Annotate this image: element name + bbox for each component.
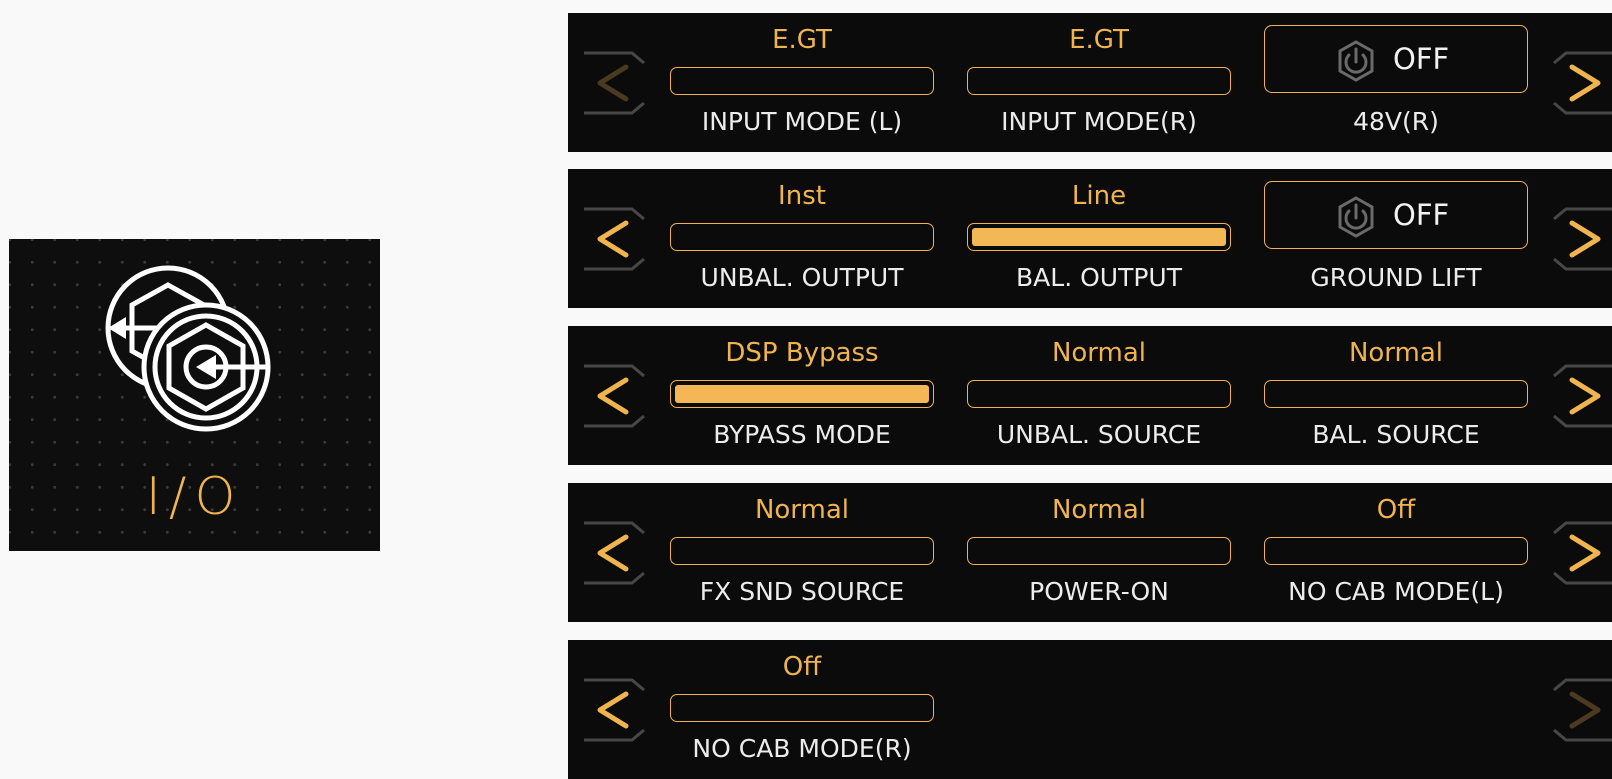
setting-label: NO CAB MODE(L) [1288, 577, 1504, 606]
setting-input-mode-l[interactable]: E.GT INPUT MODE (L) [670, 13, 934, 152]
setting-value: Normal [1348, 338, 1444, 368]
power-state-value: OFF [1393, 198, 1450, 232]
setting-label: BAL. OUTPUT [1016, 263, 1182, 292]
setting-48v-r[interactable]: OFF 48V(R) [1264, 13, 1528, 152]
setting-label: GROUND LIFT [1310, 263, 1482, 292]
setting-ground-lift[interactable]: OFF GROUND LIFT [1264, 169, 1528, 308]
io-menu-tile[interactable]: I/O [9, 239, 380, 551]
setting-no-cab-mode-l[interactable]: Off NO CAB MODE(L) [1264, 483, 1528, 622]
io-title: I/O [145, 467, 244, 527]
setting-label: INPUT MODE (L) [701, 107, 903, 136]
io-jack-icon [105, 265, 271, 432]
setting-value: Off [1376, 495, 1416, 525]
setting-label: FX SND SOURCE [699, 577, 905, 606]
next-arrow-icon[interactable] [1552, 47, 1612, 119]
setting-power-on[interactable]: Normal POWER-ON [967, 483, 1231, 622]
value-bar[interactable] [670, 223, 934, 251]
settings-row: Off NO CAB MODE(R) [568, 640, 1612, 779]
setting-value: E.GT [772, 25, 832, 55]
next-arrow-icon[interactable] [1552, 360, 1612, 432]
value-bar[interactable] [967, 223, 1231, 251]
next-arrow-icon[interactable] [1552, 203, 1612, 275]
value-bar[interactable] [1264, 537, 1528, 565]
setting-bal-source[interactable]: Normal BAL. SOURCE [1264, 326, 1528, 465]
value-bar[interactable] [670, 537, 934, 565]
prev-arrow-icon[interactable] [582, 203, 646, 275]
next-arrow-icon[interactable] [1552, 517, 1612, 589]
setting-unbal-source[interactable]: Normal UNBAL. SOURCE [967, 326, 1231, 465]
settings-row: E.GT INPUT MODE (L) E.GT INPUT MODE(R) OFF 48… [568, 13, 1612, 152]
prev-arrow-icon[interactable] [582, 674, 646, 746]
setting-no-cab-mode-r[interactable]: Off NO CAB MODE(R) [670, 640, 934, 779]
setting-fx-snd-source[interactable]: Normal FX SND SOURCE [670, 483, 934, 622]
power-toggle-button[interactable]: OFF [1264, 25, 1528, 93]
setting-label: UNBAL. SOURCE [996, 420, 1202, 449]
value-bar[interactable] [967, 380, 1231, 408]
value-bar[interactable] [670, 694, 934, 722]
value-bar[interactable] [1264, 380, 1528, 408]
setting-label: POWER-ON [1029, 577, 1169, 606]
setting-label: 48V(R) [1353, 107, 1439, 136]
setting-value: E.GT [1069, 25, 1129, 55]
setting-bypass-mode[interactable]: DSP Bypass BYPASS MODE [670, 326, 934, 465]
setting-value: Normal [1051, 338, 1147, 368]
setting-label: BYPASS MODE [713, 420, 891, 449]
value-bar[interactable] [670, 67, 934, 95]
value-bar-fill [675, 385, 929, 403]
settings-row: Inst UNBAL. OUTPUT Line BAL. OUTPUT OFF GROUN… [568, 169, 1612, 308]
setting-value: DSP Bypass [725, 338, 879, 368]
value-bar-fill [972, 228, 1226, 246]
value-bar[interactable] [967, 537, 1231, 565]
prev-arrow-icon[interactable] [582, 517, 646, 589]
setting-label: BAL. SOURCE [1312, 420, 1480, 449]
setting-value: Off [782, 652, 822, 682]
value-bar[interactable] [967, 67, 1231, 95]
power-state-value: OFF [1393, 42, 1450, 76]
prev-arrow-icon [582, 47, 646, 119]
prev-arrow-icon[interactable] [582, 360, 646, 432]
setting-value: Inst [778, 181, 826, 211]
setting-value: Normal [754, 495, 850, 525]
settings-row: DSP Bypass BYPASS MODE Normal UNBAL. SOURCE… [568, 326, 1612, 465]
next-arrow-icon [1552, 674, 1612, 746]
setting-value: Normal [1051, 495, 1147, 525]
setting-unbal-output[interactable]: Inst UNBAL. OUTPUT [670, 169, 934, 308]
value-bar[interactable] [670, 380, 934, 408]
setting-label: UNBAL. OUTPUT [700, 263, 904, 292]
setting-value: Line [1071, 181, 1127, 211]
setting-label: INPUT MODE(R) [1001, 107, 1197, 136]
power-toggle-button[interactable]: OFF [1264, 181, 1528, 249]
setting-bal-output[interactable]: Line BAL. OUTPUT [967, 169, 1231, 308]
setting-input-mode-r[interactable]: E.GT INPUT MODE(R) [967, 13, 1231, 152]
setting-label: NO CAB MODE(R) [692, 734, 912, 763]
settings-row: Normal FX SND SOURCE Normal POWER-ON Off NO C… [568, 483, 1612, 622]
